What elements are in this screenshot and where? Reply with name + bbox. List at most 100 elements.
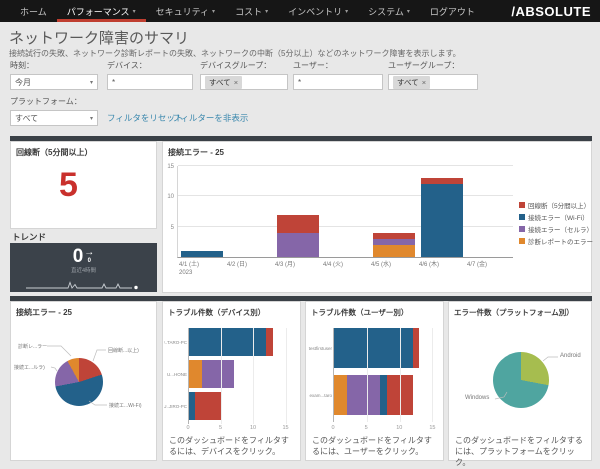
connection-errors-pie-chart[interactable] [55, 358, 103, 406]
bar-5[interactable] [418, 178, 466, 257]
x-axis-tick: 0 [186, 425, 189, 431]
hbar-segment[interactable] [266, 328, 272, 356]
bar-segment[interactable] [277, 233, 319, 257]
caret-down-icon: ▾ [212, 8, 215, 15]
x-axis: 4/1 (土)20234/2 (日)4/3 (月)4/4 (火)4/5 (水)4… [177, 261, 513, 277]
device-group-tag: すべて× [205, 76, 242, 89]
hbar-row-label: U...HONE [164, 360, 187, 388]
nav-item-label: パフォーマンス [67, 5, 130, 18]
bar-0[interactable] [178, 251, 226, 257]
trend-sub-value: 0 [88, 258, 91, 264]
x-axis-tick: 5 [219, 425, 222, 431]
top-nav: ホームパフォーマンス▾セキュリティ▾コスト▾インベントリ▾システム▾ログアウト … [0, 0, 600, 22]
platform-filter-value: すべて [15, 113, 38, 124]
y-axis-tick: 10 [167, 194, 174, 200]
nav-item-label: コスト [235, 5, 262, 18]
device-group-filter-label: デバイスグループ： [200, 60, 288, 71]
hbar-segment[interactable] [202, 360, 234, 388]
gridline [178, 165, 513, 166]
device-filter-input[interactable]: * [107, 74, 193, 90]
user-filter-input[interactable]: * [293, 74, 383, 90]
remove-tag-icon[interactable]: × [422, 78, 426, 87]
pie-label: 診断レ...ラー [18, 343, 47, 350]
pie-label: 接続エ...ルラ) [14, 364, 45, 371]
chart-footer: このダッシュボードをフィルタするには、プラットフォームをクリック。 [455, 435, 586, 469]
hbar-segment[interactable] [195, 392, 221, 420]
absolute-logo: /ABSOLUTE [511, 0, 591, 22]
hbar-segment[interactable] [334, 375, 347, 415]
platform-filter-select[interactable]: すべて ▾ [10, 110, 98, 126]
nav-item-logout[interactable]: ログアウト [420, 0, 485, 22]
trend-sparkline [24, 280, 144, 290]
chart-footer: このダッシュボードをフィルタするには、デバイスをクリック。 [169, 435, 295, 457]
x-axis-label: 4/1 (土)2023 [177, 261, 225, 277]
pie-label: Android [560, 353, 581, 359]
bar-4[interactable] [370, 233, 418, 257]
hbar-segment[interactable] [334, 328, 413, 368]
hbar-row-label: exam...taro [307, 375, 332, 415]
nav-item-inventory[interactable]: インベントリ▾ [278, 0, 358, 22]
gridline [400, 328, 401, 422]
user-group-filter-input[interactable]: すべて× [388, 74, 478, 90]
bar-segment[interactable] [277, 215, 319, 233]
user-filter-label: ユーザー： [293, 60, 383, 71]
hbar-segment[interactable] [189, 328, 266, 356]
legend-swatch [519, 238, 525, 244]
pie-label: Windows [465, 395, 489, 401]
errors-by-platform-card: エラー件数（プラットフォーム別） AndroidWindows このダッシュボー… [448, 301, 592, 461]
hbar-row [334, 375, 439, 415]
errors-by-platform-pie-chart[interactable] [493, 352, 549, 408]
hbar-segment[interactable] [189, 360, 202, 388]
pie-label: 回線断...以上) [108, 347, 139, 354]
x-axis-tick: 10 [250, 425, 256, 431]
bar-segment[interactable] [181, 251, 223, 257]
legend-item[interactable]: 診断レポートのエラー [519, 236, 593, 246]
device-axis-labels: U..TARO-PCU...HONEU..JIRO-PC [164, 328, 187, 424]
nav-item-system[interactable]: システム▾ [358, 0, 420, 22]
nav-item-label: インベントリ [288, 5, 342, 18]
trend-value: 0 [73, 248, 84, 265]
gridline [253, 328, 254, 424]
bar-segment[interactable] [421, 184, 463, 257]
device-group-filter-input[interactable]: すべて× [200, 74, 288, 90]
x-axis-label: 4/6 (木) [417, 261, 465, 277]
platform-filter-label: プラットフォーム： [10, 96, 98, 107]
hbar-row [189, 360, 292, 388]
legend-item[interactable]: 回線断（5分間以上） [519, 200, 593, 210]
bar-2[interactable] [274, 215, 322, 257]
x-axis-tick: 5 [365, 425, 368, 431]
x-axis-label: 4/7 (金) [465, 261, 513, 277]
chart-title: エラー件数（プラットフォーム別） [449, 302, 591, 318]
nav-item-security[interactable]: セキュリティ▾ [146, 0, 225, 22]
outage-metric-card: 回線断（5分間以上） 5 [10, 141, 157, 229]
device-filter-label: デバイス： [107, 60, 193, 71]
nav-item-home[interactable]: ホーム [10, 0, 57, 22]
y-axis-tick: 15 [167, 164, 174, 170]
legend-label: 接続エラー（セルラ） [528, 224, 593, 234]
hide-filters-link[interactable]: フィルターを非表示 [172, 112, 248, 124]
hbar-segment[interactable] [413, 328, 420, 368]
trouble-by-user-card: トラブル件数（ユーザー別） testfirstuserexam...taro 0… [305, 301, 444, 461]
x-axis-label: 4/2 (日) [225, 261, 273, 277]
x-axis-tick: 10 [396, 425, 402, 431]
y-axis: 5 10 15 [163, 166, 176, 258]
legend-label: 回線断（5分間以上） [528, 200, 590, 210]
legend-item[interactable]: 接続エラー（Wi-Fi） [519, 212, 593, 222]
user-group-filter-label: ユーザーグループ： [388, 60, 478, 71]
x-axis-tick: 0 [331, 425, 334, 431]
pie-label: 接続エ...Wi-Fi) [109, 402, 142, 409]
gridline [286, 328, 287, 424]
legend-item[interactable]: 接続エラー（セルラ） [519, 224, 593, 234]
x-axis-ticks: 051015 [333, 425, 439, 433]
y-axis-tick: 5 [171, 225, 174, 231]
trend-caption: 直近4時間 [10, 266, 157, 274]
nav-item-performance[interactable]: パフォーマンス▾ [57, 0, 146, 22]
hbar-row-label: U..TARO-PC [164, 328, 187, 356]
remove-tag-icon[interactable]: × [234, 78, 238, 87]
gridline [432, 328, 433, 422]
hbar-segment[interactable] [347, 375, 380, 415]
metric-value: 5 [11, 166, 156, 205]
bar-segment[interactable] [373, 245, 415, 257]
nav-item-cost[interactable]: コスト▾ [225, 0, 278, 22]
time-filter-select[interactable]: 今月 ▾ [10, 74, 98, 90]
